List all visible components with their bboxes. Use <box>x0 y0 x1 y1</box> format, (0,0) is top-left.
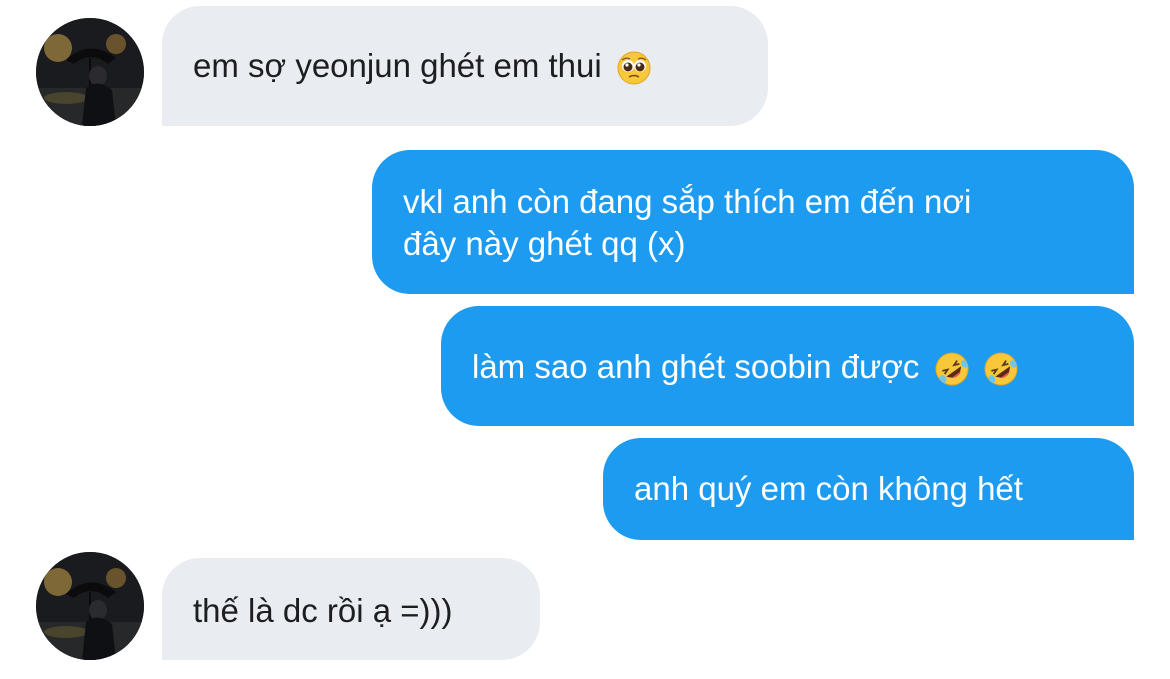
message-bubble-incoming[interactable]: em sợ yeonjun ghét em thui <box>162 6 768 126</box>
message-text-line: đây này ghét qq (x) <box>403 225 686 262</box>
message-bubble-incoming[interactable]: thế là dc rồi ạ =))) <box>162 558 540 660</box>
message-text: làm sao anh ghét soobin được <box>472 348 920 385</box>
message-bubble-outgoing[interactable]: vkl anh còn đang sắp thích em đến nơi đâ… <box>372 150 1134 294</box>
avatar-photo <box>36 18 144 126</box>
contact-avatar[interactable] <box>36 18 144 126</box>
rolling-on-floor-laughing-icon <box>984 352 1018 386</box>
message-text: em sợ yeonjun ghét em thui <box>193 47 602 84</box>
contact-avatar[interactable] <box>36 552 144 660</box>
message-bubble-outgoing[interactable]: làm sao anh ghét soobin được <box>441 306 1134 426</box>
pleading-face-icon <box>617 51 651 85</box>
message-text-line: vkl anh còn đang sắp thích em đến nơi <box>403 183 972 220</box>
avatar-photo <box>36 552 144 660</box>
message-text: anh quý em còn không hết <box>634 470 1023 507</box>
rolling-on-floor-laughing-icon <box>935 352 969 386</box>
message-bubble-outgoing[interactable]: anh quý em còn không hết <box>603 438 1134 540</box>
message-text: thế là dc rồi ạ =))) <box>193 592 453 629</box>
